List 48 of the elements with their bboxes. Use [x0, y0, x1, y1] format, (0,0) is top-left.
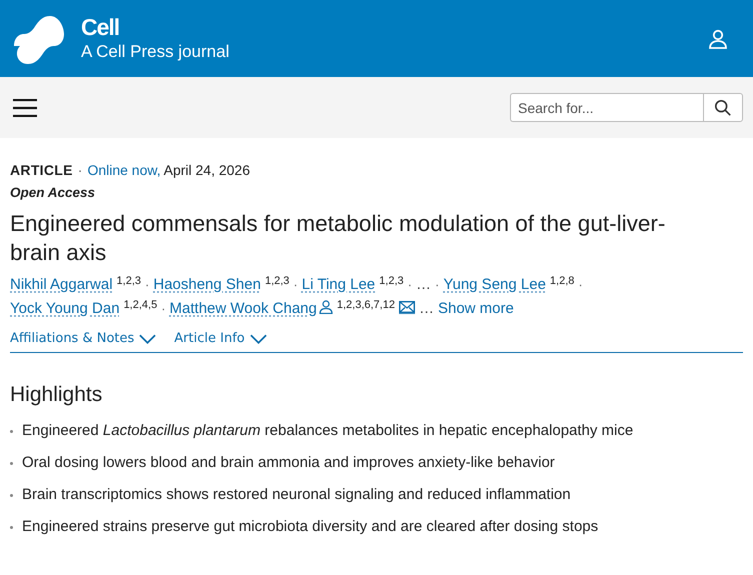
publication-date: April 24, 2026 [164, 162, 250, 178]
open-access-label: Open Access [10, 185, 96, 202]
separator-dot: · [161, 301, 166, 316]
article-type: ARTICLE [10, 162, 73, 178]
author-link[interactable]: Li Ting Lee [302, 276, 376, 293]
ellipsis: … [416, 276, 431, 293]
chevron-icon [139, 334, 156, 344]
highlight-text: Engineered Lactobacillus plantarum rebalances metabolites in hepatic encephalopathy mice [22, 421, 634, 441]
author-link[interactable]: Yung Seng Lee [443, 276, 546, 293]
author-link[interactable]: Nikhil Aggarwal [10, 276, 113, 293]
affiliation-numbers: 1,2,3 [379, 275, 404, 287]
bullet-icon [10, 430, 13, 432]
status-link[interactable]: Online now, [87, 162, 161, 178]
search-field[interactable]: Search for... [510, 93, 703, 122]
highlight-text: Oral dosing lowers blood and brain ammonia and improves anxiety-like behavior [22, 453, 555, 473]
affiliation-numbers: 1,2,4,5 [124, 299, 158, 311]
separator-dot: · [293, 277, 298, 292]
separator-dot: · [578, 277, 583, 292]
separator-dot: · [408, 277, 412, 292]
show-more-link[interactable]: Show more [438, 300, 514, 317]
separator-dot: · [78, 162, 82, 178]
info-tab[interactable]: Affiliations & Notes [10, 331, 156, 346]
journal-tagline: A Cell Press journal [81, 40, 230, 62]
highlight-text: Brain transcriptomics shows restored neuronal signaling and reduced inflammation [22, 485, 571, 505]
bullet-icon [10, 494, 13, 496]
info-tab[interactable]: Article Info [174, 331, 267, 346]
author-link[interactable]: Yock Young Dan [10, 300, 120, 317]
email-icon[interactable] [398, 301, 415, 314]
affiliation-numbers: 1,2,3,6,7,12 [336, 299, 395, 311]
section-heading: Highlights [10, 383, 104, 407]
author-link[interactable]: Matthew Wook Chang [170, 300, 333, 317]
highlight-text: Engineered strains preserve gut microbiota diversity and are cleared after dosing stops [22, 517, 598, 537]
separator-dot: · [434, 277, 440, 292]
journal-name[interactable]: Cell [81, 14, 120, 40]
search-button[interactable] [703, 93, 743, 122]
search-icon [714, 98, 732, 116]
user-icon[interactable] [708, 28, 728, 48]
menu-icon[interactable] [13, 98, 37, 116]
affiliation-numbers: 1,2,3 [116, 275, 142, 287]
chevron-icon [250, 334, 267, 344]
author-link[interactable]: Haosheng Shen [153, 276, 261, 293]
ellipsis: … [418, 300, 434, 317]
bullet-icon [10, 526, 13, 528]
separator-dot: · [145, 277, 150, 292]
affiliation-numbers: 1,2,8 [550, 275, 574, 287]
bullet-icon [10, 462, 13, 464]
article-title: Engineered commensals for metabolic modulation of the gut-liver-brain axis [10, 210, 666, 267]
affiliation-numbers: 1,2,3 [264, 275, 290, 287]
